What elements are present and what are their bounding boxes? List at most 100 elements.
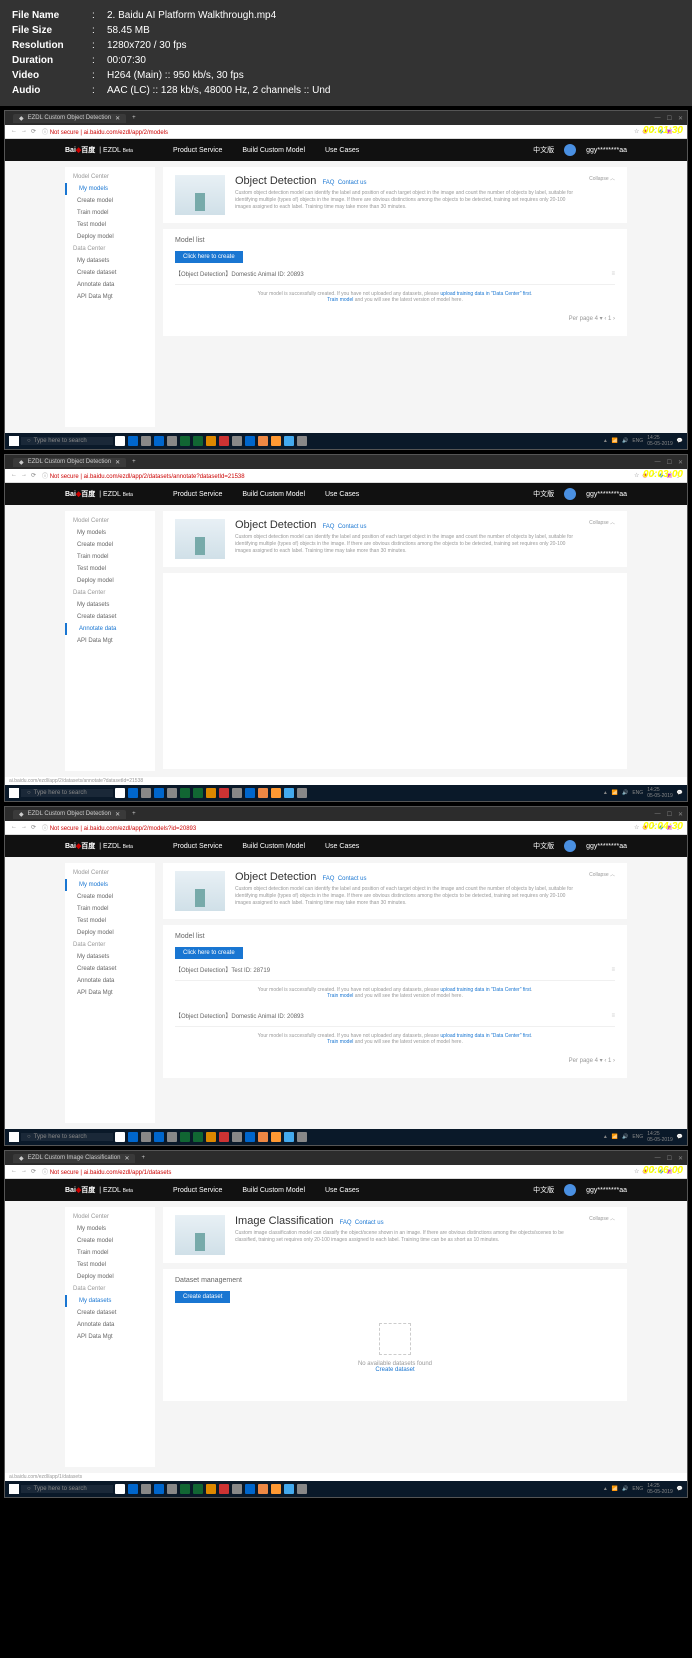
sidebar-item-cm[interactable]: Create model <box>65 1235 155 1247</box>
sidebar-item-dm[interactable]: Deploy model <box>65 231 155 243</box>
sidebar-item-md[interactable]: My datasets <box>65 255 155 267</box>
collapse-toggle[interactable]: Collapse ︿ <box>589 519 615 559</box>
start-button[interactable] <box>9 788 19 798</box>
sidebar-item-cd[interactable]: Create dataset <box>65 963 155 975</box>
model-menu-icon[interactable]: ≡ <box>611 271 615 277</box>
forward-icon[interactable]: → <box>21 824 27 831</box>
star-icon[interactable]: ☆ <box>634 1168 639 1175</box>
browser-tab[interactable]: ◆EZDL Custom Image Classification✕ <box>13 1154 135 1163</box>
back-icon[interactable]: ← <box>11 472 17 479</box>
taskbar-lang[interactable]: ENG <box>632 1134 643 1140</box>
nav-product-service[interactable]: Product Service <box>173 147 222 154</box>
tray-icon[interactable]: ▲ <box>603 438 608 444</box>
taskbar-lang[interactable]: ENG <box>632 1486 643 1492</box>
taskbar-app-2[interactable] <box>141 788 151 798</box>
sidebar-item-md[interactable]: My datasets <box>65 1295 155 1307</box>
nav-language[interactable]: 中文版 <box>533 489 554 499</box>
taskbar-app-0[interactable] <box>115 436 125 446</box>
taskbar-app-6[interactable] <box>193 1484 203 1494</box>
taskbar-app-3[interactable] <box>154 1132 164 1142</box>
train-model-link[interactable]: Train model <box>327 297 353 303</box>
sidebar-item-mm[interactable]: My models <box>65 183 155 195</box>
model-list-item[interactable]: 【Object Detection】Domestic Animal ID: 20… <box>175 263 615 285</box>
nav-product-service[interactable]: Product Service <box>173 491 222 498</box>
taskbar-app-5[interactable] <box>180 788 190 798</box>
taskbar-app-7[interactable] <box>206 1132 216 1142</box>
nav-build-custom-model[interactable]: Build Custom Model <box>242 147 305 154</box>
star-icon[interactable]: ☆ <box>634 824 639 831</box>
sidebar-item-dm[interactable]: Deploy model <box>65 927 155 939</box>
sidebar-item-tm[interactable]: Train model <box>65 207 155 219</box>
taskbar-app-12[interactable] <box>271 788 281 798</box>
forward-icon[interactable]: → <box>21 128 27 135</box>
collapse-toggle[interactable]: Collapse ︿ <box>589 175 615 215</box>
taskbar-lang[interactable]: ENG <box>632 790 643 796</box>
taskbar-search[interactable]: ○Type here to search <box>21 437 113 445</box>
taskbar-app-0[interactable] <box>115 1484 125 1494</box>
sidebar-item-mm[interactable]: My models <box>65 1223 155 1235</box>
sidebar-item-cd[interactable]: Create dataset <box>65 1307 155 1319</box>
taskbar-app-2[interactable] <box>141 1132 151 1142</box>
avatar-icon[interactable] <box>564 840 576 852</box>
sidebar-item-dm[interactable]: Deploy model <box>65 575 155 587</box>
taskbar-app-14[interactable] <box>297 1484 307 1494</box>
taskbar-app-10[interactable] <box>245 436 255 446</box>
taskbar-app-1[interactable] <box>128 1132 138 1142</box>
new-tab-button[interactable]: + <box>141 1155 145 1161</box>
nav-language[interactable]: 中文版 <box>533 145 554 155</box>
sidebar-item-tm[interactable]: Train model <box>65 1247 155 1259</box>
nav-username[interactable]: ggy********aa <box>586 1187 627 1194</box>
back-icon[interactable]: ← <box>11 1168 17 1175</box>
nav-language[interactable]: 中文版 <box>533 1185 554 1195</box>
new-tab-button[interactable]: + <box>132 115 136 121</box>
taskbar-app-4[interactable] <box>167 1484 177 1494</box>
model-menu-icon[interactable]: ≡ <box>611 967 615 973</box>
taskbar-app-6[interactable] <box>193 788 203 798</box>
minimize-icon[interactable]: — <box>655 459 661 466</box>
sidebar-item-md[interactable]: My datasets <box>65 599 155 611</box>
volume-icon[interactable]: 🔊 <box>622 438 628 444</box>
upload-data-link[interactable]: upload training data in "Data Center" fi… <box>440 1033 531 1039</box>
taskbar-app-13[interactable] <box>284 1132 294 1142</box>
taskbar-time[interactable]: 14:2505-05-2019 <box>647 1483 673 1495</box>
taskbar-app-4[interactable] <box>167 788 177 798</box>
empty-create-link[interactable]: Create dataset <box>175 1367 615 1373</box>
close-icon[interactable]: ✕ <box>678 811 683 818</box>
sidebar-item-api[interactable]: API Data Mgt <box>65 1331 155 1343</box>
taskbar-app-14[interactable] <box>297 788 307 798</box>
volume-icon[interactable]: 🔊 <box>622 790 628 796</box>
back-icon[interactable]: ← <box>11 128 17 135</box>
nav-build-custom-model[interactable]: Build Custom Model <box>242 843 305 850</box>
sidebar-item-tem[interactable]: Test model <box>65 915 155 927</box>
nav-product-service[interactable]: Product Service <box>173 843 222 850</box>
taskbar-app-0[interactable] <box>115 788 125 798</box>
reload-icon[interactable]: ⟳ <box>31 128 36 135</box>
taskbar-app-3[interactable] <box>154 1484 164 1494</box>
taskbar-app-7[interactable] <box>206 436 216 446</box>
forward-icon[interactable]: → <box>21 472 27 479</box>
reload-icon[interactable]: ⟳ <box>31 824 36 831</box>
volume-icon[interactable]: 🔊 <box>622 1486 628 1492</box>
minimize-icon[interactable]: — <box>655 1155 661 1162</box>
taskbar-app-8[interactable] <box>219 1484 229 1494</box>
pagination[interactable]: Per page 4 ▾ ‹ 1 › <box>175 309 615 328</box>
taskbar-app-13[interactable] <box>284 1484 294 1494</box>
taskbar-app-14[interactable] <box>297 436 307 446</box>
sidebar-item-tm[interactable]: Train model <box>65 551 155 563</box>
reload-icon[interactable]: ⟳ <box>31 472 36 479</box>
notifications-icon[interactable]: 💬 <box>677 790 683 796</box>
sidebar-item-md[interactable]: My datasets <box>65 951 155 963</box>
close-icon[interactable]: ✕ <box>678 1155 683 1162</box>
forward-icon[interactable]: → <box>21 1168 27 1175</box>
new-tab-button[interactable]: + <box>132 459 136 465</box>
taskbar-time[interactable]: 14:2505-05-2019 <box>647 787 673 799</box>
taskbar-app-6[interactable] <box>193 436 203 446</box>
taskbar-app-3[interactable] <box>154 436 164 446</box>
maximize-icon[interactable]: ☐ <box>667 811 672 818</box>
minimize-icon[interactable]: — <box>655 811 661 818</box>
taskbar-app-0[interactable] <box>115 1132 125 1142</box>
url-input[interactable]: ⓘ Not secure | ai.baidu.com/ezdl/app/2/m… <box>42 127 628 136</box>
sidebar-item-ad[interactable]: Annotate data <box>65 279 155 291</box>
nav-use-cases[interactable]: Use Cases <box>325 843 359 850</box>
taskbar-app-9[interactable] <box>232 436 242 446</box>
